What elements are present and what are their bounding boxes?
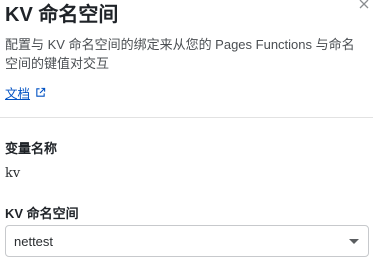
kv-namespace-select[interactable]: nettest [5, 225, 369, 257]
kv-namespace-selected-value: nettest [14, 233, 54, 249]
panel-description: 配置与 KV 命名空间的绑定来从您的 Pages Functions 与命名空间… [5, 37, 355, 71]
kv-namespace-label: KV 命名空间 [5, 206, 79, 221]
external-link-icon [35, 87, 46, 98]
panel-title: KV 命名空间 [5, 4, 119, 26]
divider [0, 117, 373, 118]
variable-name-label: 变量名称 [5, 141, 58, 156]
chevron-down-icon [349, 239, 359, 244]
variable-name-value: kv [5, 166, 21, 181]
close-icon[interactable] [358, 0, 370, 9]
docs-link[interactable]: 文档 [5, 83, 46, 102]
docs-link-label: 文档 [5, 87, 31, 101]
